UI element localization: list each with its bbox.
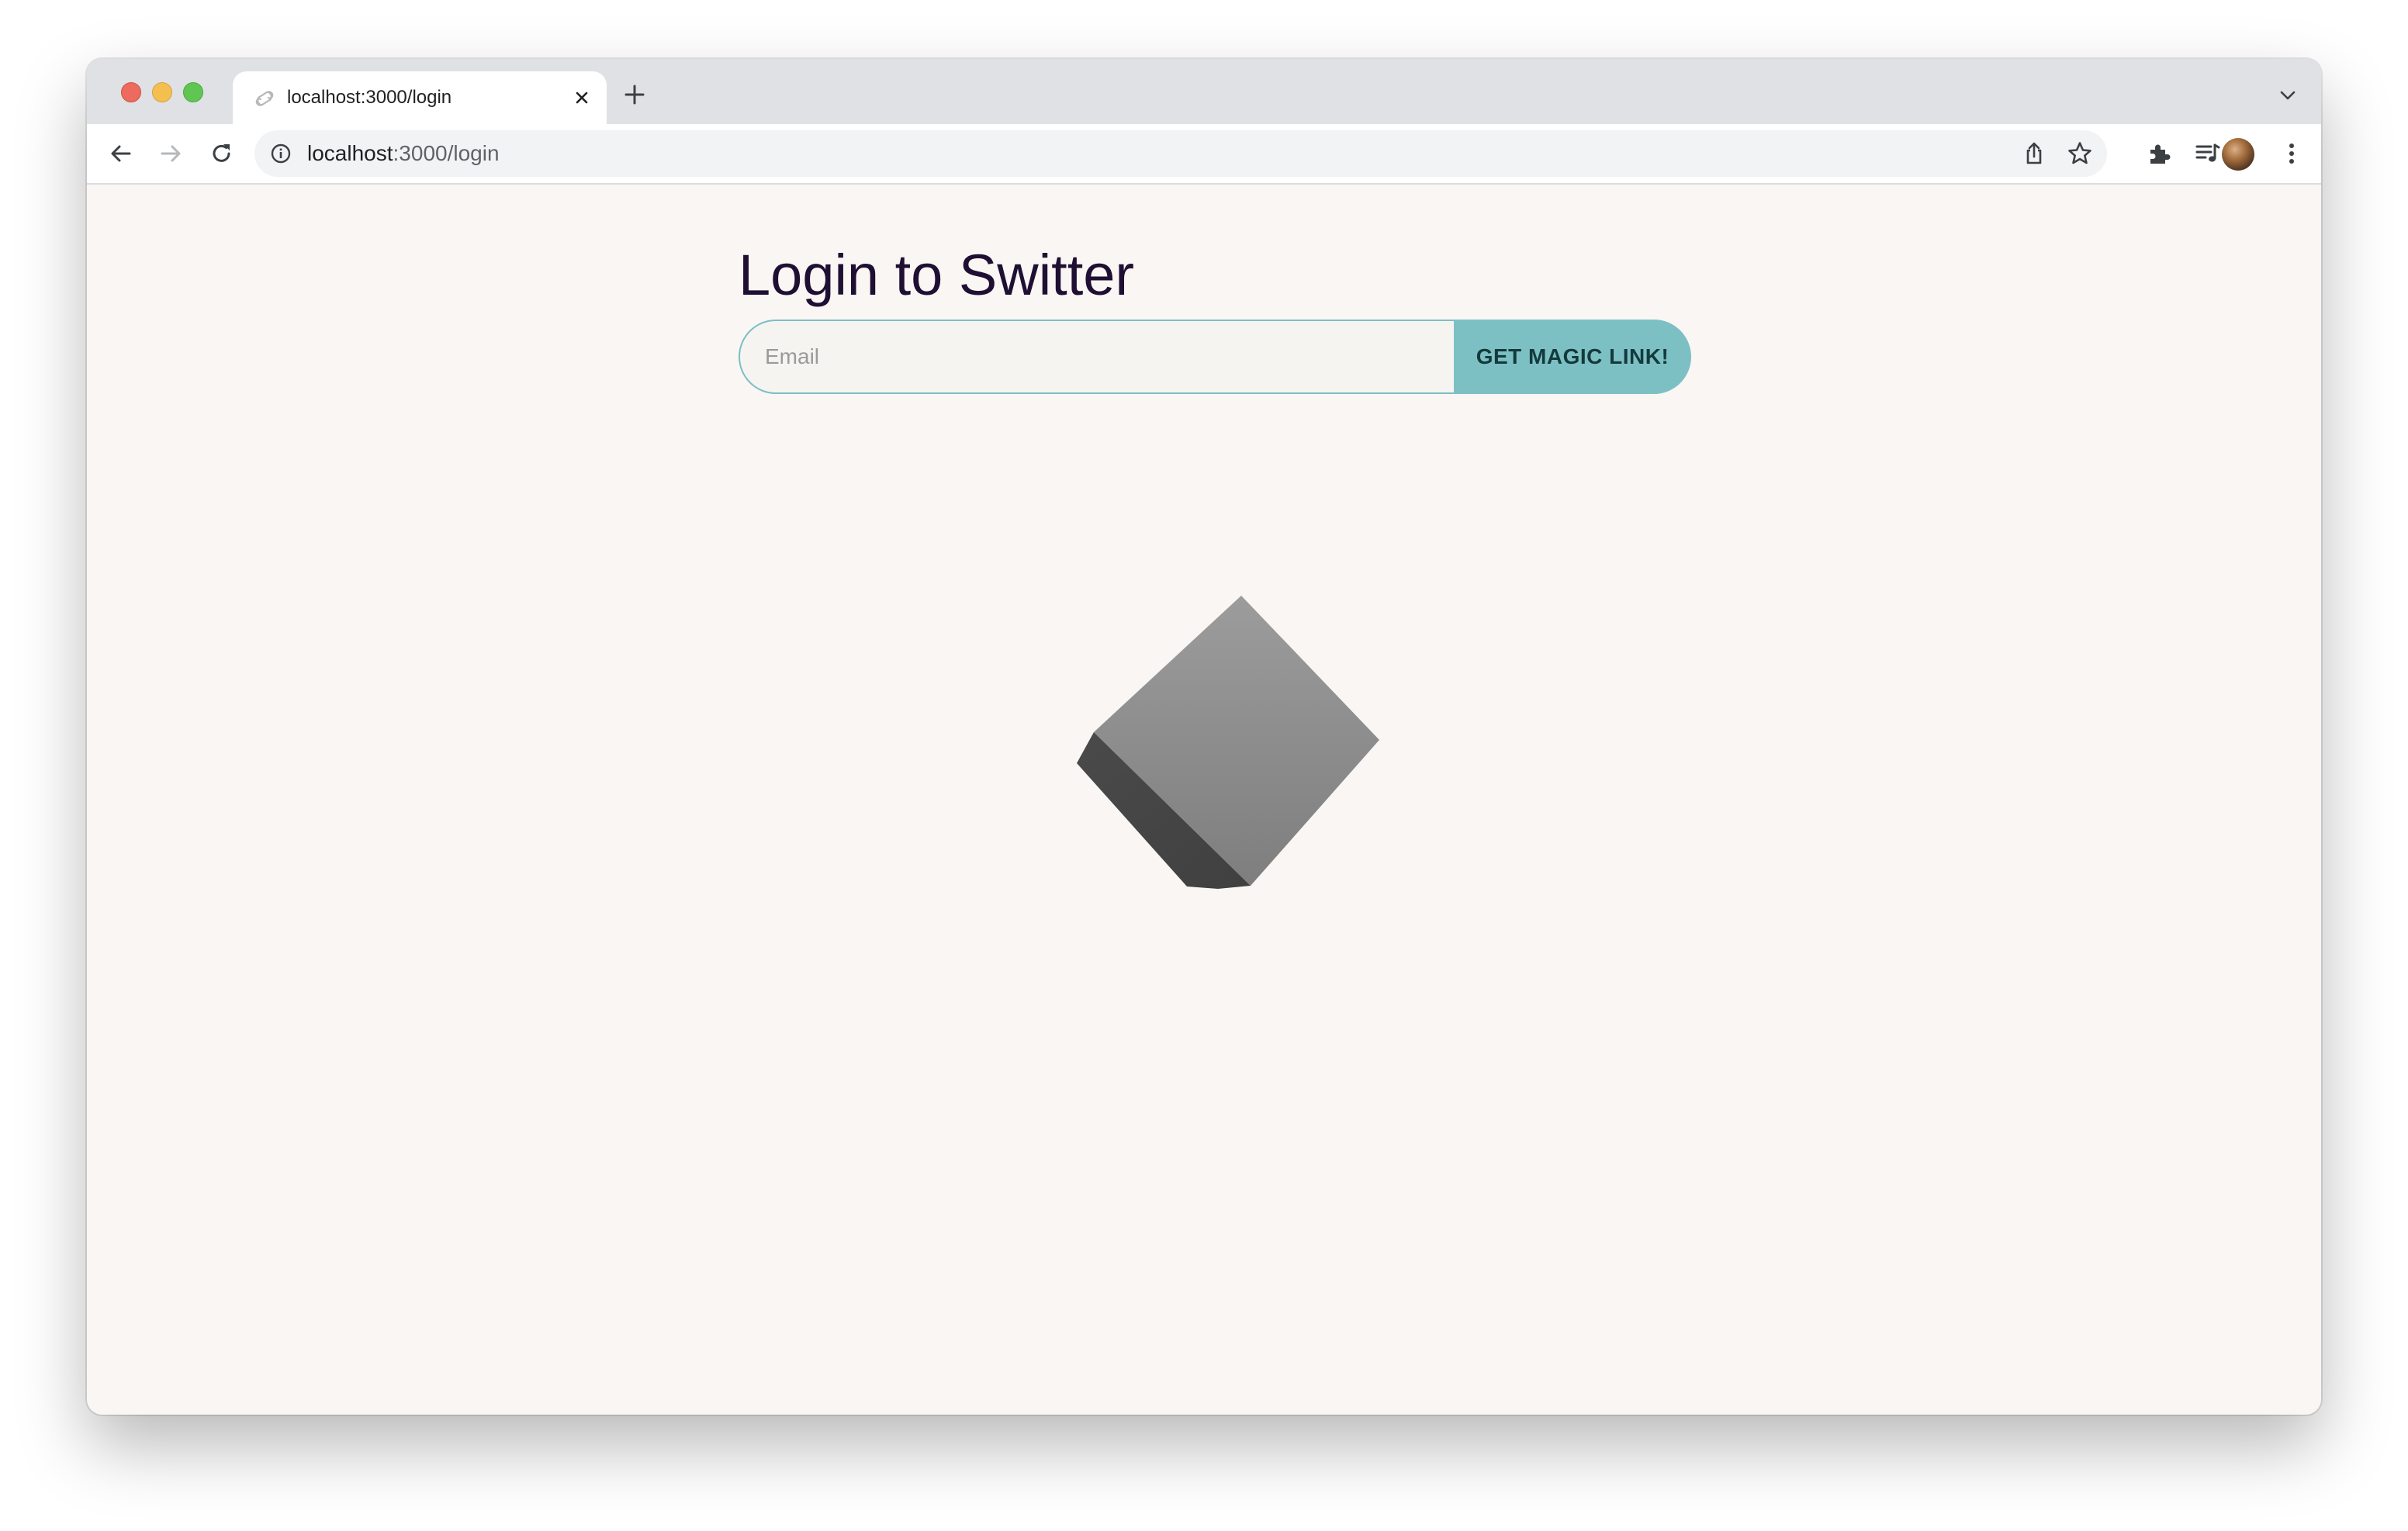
close-tab-icon[interactable]: [571, 87, 593, 109]
extensions-puzzle-icon[interactable]: [2146, 140, 2174, 168]
minimize-window-button[interactable]: [152, 82, 172, 102]
url-host: localhost: [307, 141, 393, 165]
new-tab-icon[interactable]: [622, 82, 647, 107]
url-text[interactable]: localhost:3000/login: [307, 141, 500, 166]
svelte-logo-icon: [255, 91, 274, 106]
profile-avatar[interactable]: [2222, 138, 2254, 171]
tab-strip: localhost:3000/login: [87, 59, 2321, 124]
address-bar[interactable]: localhost:3000/login: [254, 130, 2107, 177]
tab-title: localhost:3000/login: [287, 87, 452, 108]
cube-top-face: [1094, 596, 1379, 886]
media-controls-icon[interactable]: [2194, 140, 2222, 168]
more-menu-icon[interactable]: [2278, 140, 2306, 168]
url-path: :3000/login: [393, 141, 500, 165]
reload-icon[interactable]: [208, 140, 236, 168]
share-icon[interactable]: [2022, 141, 2046, 166]
browser-window: localhost:3000/login localhost:3000/logi…: [87, 59, 2321, 1415]
page-content: Login to Switter GET MAGIC LINK!: [87, 185, 2321, 1415]
forward-arrow-icon[interactable]: [157, 140, 185, 168]
info-icon[interactable]: [270, 143, 292, 164]
close-window-button[interactable]: [121, 82, 141, 102]
browser-toolbar: localhost:3000/login: [87, 124, 2321, 185]
browser-tab[interactable]: localhost:3000/login: [233, 71, 607, 124]
chevron-down-icon[interactable]: [2278, 85, 2298, 105]
gray-3d-cube-illustration: [1077, 596, 1379, 889]
back-arrow-icon[interactable]: [107, 140, 135, 168]
maximize-window-button[interactable]: [183, 82, 203, 102]
bookmark-star-icon[interactable]: [2067, 140, 2093, 167]
